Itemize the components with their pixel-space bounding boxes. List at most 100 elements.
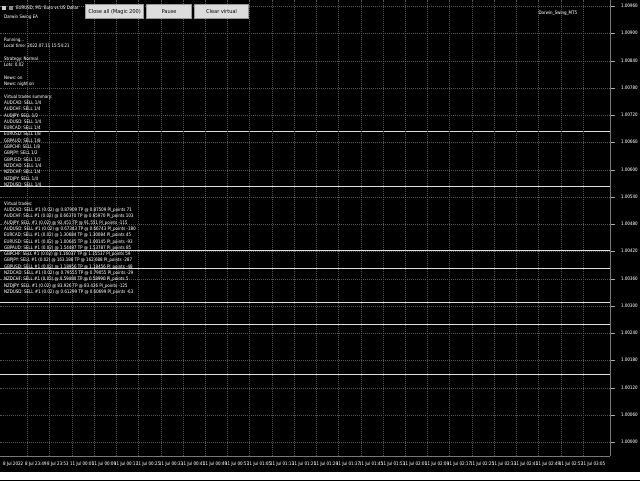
price-label: 1.00360: [621, 276, 638, 281]
grid-vline: [205, 0, 206, 456]
price-label: 1.00120: [621, 385, 638, 390]
price-tick: [611, 333, 615, 334]
price-tick: [611, 142, 615, 143]
price-tick: [611, 306, 615, 307]
trade-item: NZDJPY: SELL #1 (0.02) @ 83.926 TP @ 83.…: [4, 282, 128, 288]
grid-vline: [427, 0, 428, 456]
trade-item: NZDCHF: SELL #1 (0.02) @ 0.59490 TP @ 0.…: [4, 276, 129, 282]
grid-vline: [405, 0, 406, 456]
ea-badge: Darwin_Swing_MT5: [538, 10, 577, 15]
time-label: 11 Jul 02:49: [536, 461, 560, 466]
time-label: 11 Jul 01:53: [381, 461, 405, 466]
price-label: 1.00780: [621, 85, 638, 90]
grid-vline: [183, 0, 184, 456]
grid-vline: [449, 0, 450, 456]
price-label: 1.00420: [621, 248, 638, 253]
trade-item: GBPJPY: SELL #1 (0.02) @ 163.188 TP @ 16…: [4, 257, 133, 263]
grid-vline: [361, 0, 362, 456]
time-label: 11 Jul 00:01: [70, 461, 94, 466]
time-label: 11 Jul 01:05: [247, 461, 271, 466]
chart-window-icon: [2, 5, 6, 10]
price-tick: [611, 251, 615, 252]
grid-vline: [316, 0, 317, 456]
price-label: 1.00060: [621, 412, 638, 417]
price-tick: [611, 33, 615, 34]
price-axis[interactable]: 1.00960 1.00900 1.00840 1.00780 1.00720 1.006…: [611, 0, 640, 456]
grid-vline: [161, 0, 162, 456]
grid-hline: [0, 388, 610, 389]
price-label: 1.00900: [621, 30, 638, 35]
trade-level-line: [0, 374, 610, 375]
trade-level-line: [0, 302, 610, 303]
time-label: 8 Jul 2022: [3, 461, 24, 466]
time-label: 11 Jul 02:01: [403, 461, 427, 466]
price-label: 1.00240: [621, 330, 638, 335]
time-label: 11 Jul 02:41: [514, 461, 538, 466]
grid-vline: [249, 0, 250, 456]
chart-area[interactable]: EURUSD, M1: Euro vs US Dollar Darwin Swi…: [0, 0, 611, 456]
price-tick: [611, 360, 615, 361]
price-tick: [611, 197, 615, 198]
grid-hline: [0, 442, 610, 443]
time-label: 11 Jul 01:13: [270, 461, 294, 466]
time-label: 11 Jul 00:09: [92, 461, 116, 466]
time-label: 11 Jul 01:37: [336, 461, 360, 466]
time-label: 11 Jul 02:57: [559, 461, 583, 466]
price-tick: [611, 61, 615, 62]
trades-list: AUDCAD: SELL #1 (0.02) @ 0.87909 TP @ 0.…: [4, 207, 136, 295]
grid-hline: [0, 360, 610, 361]
time-label: 8 Jul 23:49: [25, 461, 47, 466]
price-label: 1.00960: [621, 3, 638, 8]
price-label: 1.00000: [621, 439, 638, 444]
grid-vline: [294, 0, 295, 456]
price-label: 1.00840: [621, 58, 638, 63]
clear-virtual-button[interactable]: Clear virtual: [194, 4, 249, 19]
trade-item: NZDUSD: SELL #1 (0.02) @ 0.61299 TP @ 0.…: [4, 288, 134, 294]
trade-item: AUDJPY: SELL #1 (0.02) @ 92.451 TP @ 91.…: [4, 219, 128, 225]
grid-vline: [583, 0, 584, 456]
time-label: 11 Jul 01:29: [314, 461, 338, 466]
time-label: 11 Jul 00:57: [225, 461, 249, 466]
price-tick: [611, 279, 615, 280]
grid-hline: [0, 33, 610, 34]
time-label: 11 Jul 02:25: [470, 461, 494, 466]
time-label: 11 Jul 00:25: [136, 461, 160, 466]
time-label: 11 Jul 02:17: [447, 461, 471, 466]
grid-vline: [538, 0, 539, 456]
summary-list: AUDCAD: SELL 1/4 AUDCHF: SELL 1/4 AUDJPY: …: [4, 100, 136, 188]
price-tick: [611, 415, 615, 416]
ea-button-bar: Close all (Magic 200) Pause Clear virtua…: [85, 4, 249, 19]
grid-vline: [227, 0, 228, 456]
time-label: 11 Jul 00:49: [203, 461, 227, 466]
price-tick: [611, 6, 615, 7]
grid-vline: [272, 0, 273, 456]
time-label: 11 Jul 00:17: [114, 461, 138, 466]
price-label: 1.00480: [621, 221, 638, 226]
pause-button[interactable]: Pause: [146, 4, 192, 19]
grid-hline: [0, 333, 610, 334]
time-label: 11 Jul 03:05: [581, 461, 605, 466]
grid-hline: [0, 306, 610, 307]
ea-name-label: Darwin Swing EA: [4, 14, 38, 19]
grid-hline: [0, 415, 610, 416]
time-label: 11 Jul 01:45: [359, 461, 383, 466]
trade-item: AUDCHF: SELL #1 (0.02) @ 0.66370 TP @ 0.…: [4, 213, 134, 219]
time-label: 11 Jul 01:21: [292, 461, 316, 466]
price-tick: [611, 115, 615, 116]
price-tick: [611, 224, 615, 225]
trade-item: EURUSD: SELL #1 (0.02) @ 1.00645 TP @ 1.…: [4, 238, 133, 244]
trade-level-line: [0, 324, 610, 325]
price-tick: [611, 170, 615, 171]
time-label: 11 Jul 02:09: [425, 461, 449, 466]
grid-vline: [338, 0, 339, 456]
trade-item: EURCAD: SELL #1 (0.02) @ 1.30684 TP @ 1.…: [4, 232, 131, 238]
ea-info-panel: Running... Local time: 2022.07.11 15:54:…: [4, 37, 136, 295]
chart-title-bar: EURUSD, M1: Euro vs US Dollar: [2, 5, 79, 10]
price-label: 1.00540: [621, 194, 638, 199]
price-tick: [611, 88, 615, 89]
time-label: 8 Jul 23:53: [47, 461, 69, 466]
chart-expand-icon[interactable]: [9, 5, 13, 10]
price-tick: [611, 388, 615, 389]
close-all-button[interactable]: Close all (Magic 200): [85, 4, 144, 19]
grid-vline: [472, 0, 473, 456]
